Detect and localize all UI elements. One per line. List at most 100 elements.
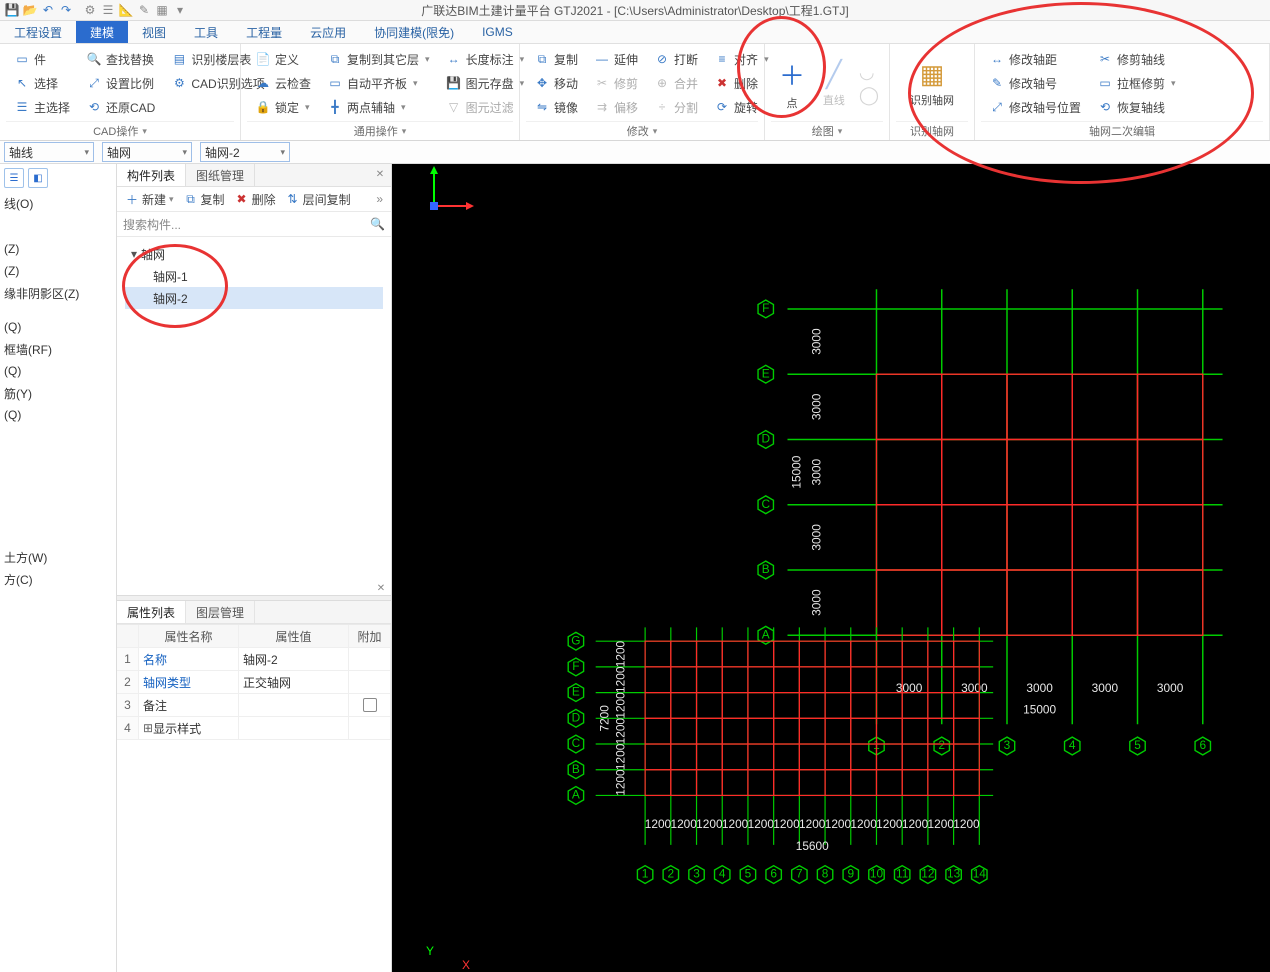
close-icon[interactable]: ✕ — [375, 582, 387, 594]
left-nav-item — [4, 498, 112, 510]
btn-mod-axis-no[interactable]: ✎修改轴号 — [985, 72, 1085, 94]
script-icon[interactable]: ✎ — [136, 2, 152, 18]
tab-collab[interactable]: 协同建模(限免) — [360, 21, 468, 43]
btn-delete[interactable]: ✖删除 — [231, 189, 280, 209]
left-nav-item[interactable]: 缘非阴影区(Z) — [4, 282, 112, 304]
left-nav-item — [4, 510, 112, 522]
tab-cloud[interactable]: 云应用 — [296, 21, 360, 43]
btn-set-scale[interactable]: ⤢设置比例 — [82, 72, 159, 94]
left-nav-item[interactable]: 框墙(RF) — [4, 338, 112, 360]
btn-move[interactable]: ✥移动 — [530, 72, 582, 94]
left-nav-item[interactable]: (Z) — [4, 260, 112, 282]
btn-copy[interactable]: ⧉复制 — [530, 48, 582, 70]
combo-category[interactable]: 轴线▾ — [4, 142, 94, 162]
tab-quantity[interactable]: 工程量 — [232, 21, 296, 43]
tab-component-list[interactable]: 构件列表 — [117, 164, 186, 186]
btn-rotate[interactable]: ⟳旋转 — [710, 96, 773, 118]
left-nav-item[interactable]: (Q) — [4, 316, 112, 338]
prop-row[interactable]: 3备注 — [117, 694, 391, 717]
search-row[interactable]: 搜索构件... 🔍 — [117, 212, 391, 237]
tree-root[interactable]: ▾轴网 — [125, 243, 383, 265]
btn-mod-axis-no-pos[interactable]: ⤢修改轴号位置 — [985, 96, 1085, 118]
ribbon-group-general-label: 通用操作▾ — [247, 121, 513, 140]
save-icon[interactable]: 💾 — [4, 2, 20, 18]
tab-drawing-manage[interactable]: 图纸管理 — [186, 164, 255, 186]
btn-new[interactable]: ＋新建▾ — [121, 189, 178, 209]
btn-trim-axis[interactable]: ✂修剪轴线 — [1093, 48, 1180, 70]
btn-auto-align-slab[interactable]: ▭自动平齐板▾ — [323, 72, 434, 94]
search-icon[interactable]: 🔍 — [370, 217, 385, 231]
left-nav-item[interactable]: 方(C) — [4, 568, 112, 590]
left-nav-item[interactable]: (Q) — [4, 404, 112, 426]
btn-restore-axis[interactable]: ⟲恢复轴线 — [1093, 96, 1180, 118]
open-icon[interactable]: 📂 — [22, 2, 38, 18]
grid-icon[interactable]: ▦ — [154, 2, 170, 18]
combo-instance[interactable]: 轴网-2▾ — [200, 142, 290, 162]
svg-text:1200: 1200 — [876, 817, 903, 831]
svg-text:4: 4 — [1069, 738, 1076, 752]
btn-extend[interactable]: ―延伸 — [590, 48, 642, 70]
btn-save-ele[interactable]: 💾图元存盘▾ — [442, 72, 529, 94]
btn-split[interactable]: ÷分割 — [650, 96, 702, 118]
btn-point[interactable]: ＋ 点 — [771, 56, 813, 111]
left-nav-item[interactable]: (Q) — [4, 360, 112, 382]
tree-child-1[interactable]: 轴网-1 — [125, 265, 383, 287]
tab-layer-manage[interactable]: 图层管理 — [186, 601, 255, 623]
btn-trim[interactable]: ✂修剪 — [590, 72, 642, 94]
prop-row[interactable]: 1名称轴网-2 — [117, 648, 391, 671]
horizontal-splitter[interactable]: ✕ — [117, 595, 391, 601]
btn-align[interactable]: ≡对齐▾ — [710, 48, 773, 70]
btn-find-replace[interactable]: 🔍查找替换 — [82, 48, 159, 70]
btn-merge[interactable]: ⊕合并 — [650, 72, 702, 94]
more-icon[interactable]: ▾ — [172, 2, 188, 18]
btn-lock[interactable]: 🔒锁定▾ — [251, 96, 315, 118]
btn-box-trim[interactable]: ▭拉框修剪▾ — [1093, 72, 1180, 94]
btn-mirror[interactable]: ⇋镜像 — [530, 96, 582, 118]
btn-break[interactable]: ⊘打断 — [650, 48, 702, 70]
btn-mod-axis-dist[interactable]: ↔修改轴距 — [985, 48, 1085, 70]
tab-tools[interactable]: 工具 — [180, 21, 232, 43]
ribbon-group-modify-label: 修改▾ — [526, 121, 758, 140]
btn-more[interactable]: » — [372, 189, 387, 209]
btn-batch-select[interactable]: ☰主选择 — [10, 96, 74, 118]
view-mode-tree-icon[interactable]: ◧ — [28, 168, 48, 188]
btn-select[interactable]: ↖选择 — [10, 72, 74, 94]
tab-view[interactable]: 视图 — [128, 21, 180, 43]
tree-child-2[interactable]: 轴网-2 — [125, 287, 383, 309]
btn-copy[interactable]: ⧉复制 — [180, 189, 229, 209]
close-icon[interactable]: ✕ — [373, 167, 387, 181]
property-grid: 属性名称 属性值 附加 1名称轴网-22轴网类型正交轴网3备注4⊞ 显示样式 — [117, 624, 391, 740]
btn-select-piece[interactable]: ▭件 — [10, 48, 74, 70]
layers-icon[interactable]: ☰ — [100, 2, 116, 18]
btn-two-point-aux-axis[interactable]: ╋两点辅轴▾ — [323, 96, 434, 118]
btn-delete[interactable]: ✖删除 — [710, 72, 773, 94]
ruler-icon[interactable]: 📐 — [118, 2, 134, 18]
btn-cloud-check[interactable]: ☁云检查 — [251, 72, 315, 94]
view-mode-list-icon[interactable]: ☰ — [4, 168, 24, 188]
tab-modeling[interactable]: 建模 — [76, 21, 128, 43]
btn-length-dim[interactable]: ↔长度标注▾ — [442, 48, 529, 70]
btn-define[interactable]: 📄定义 — [251, 48, 315, 70]
btn-layer-copy[interactable]: ⇅层间复制 — [282, 189, 355, 209]
drawing-canvas[interactable]: 123456ABCDEF3000300030003000300015000300… — [392, 164, 1270, 972]
btn-copy-to-floor[interactable]: ⧉复制到其它层▾ — [323, 48, 434, 70]
tab-igms[interactable]: IGMS — [468, 21, 527, 43]
left-nav-item[interactable]: 线(O) — [4, 192, 112, 214]
tab-project-settings[interactable]: 工程设置 — [0, 21, 76, 43]
left-nav-item[interactable]: 土方(W) — [4, 546, 112, 568]
ucs-icon — [426, 164, 476, 214]
prop-row[interactable]: 2轴网类型正交轴网 — [117, 671, 391, 694]
btn-offset[interactable]: ⇉偏移 — [590, 96, 642, 118]
btn-line[interactable]: ╱ 直线 — [813, 59, 855, 108]
left-nav-item[interactable]: (Z) — [4, 238, 112, 260]
tab-prop-list[interactable]: 属性列表 — [117, 601, 186, 623]
redo-icon[interactable]: ↷ — [58, 2, 74, 18]
settings-icon[interactable]: ⚙ — [82, 2, 98, 18]
left-nav-item[interactable]: 筋(Y) — [4, 382, 112, 404]
undo-icon[interactable]: ↶ — [40, 2, 56, 18]
btn-ele-filter[interactable]: ▽图元过滤 — [442, 96, 529, 118]
btn-restore-cad[interactable]: ⟲还原CAD — [82, 96, 159, 118]
combo-type[interactable]: 轴网▾ — [102, 142, 192, 162]
btn-recog-axis[interactable]: ▦ 识别轴网 — [910, 59, 954, 108]
prop-row[interactable]: 4⊞ 显示样式 — [117, 717, 391, 740]
